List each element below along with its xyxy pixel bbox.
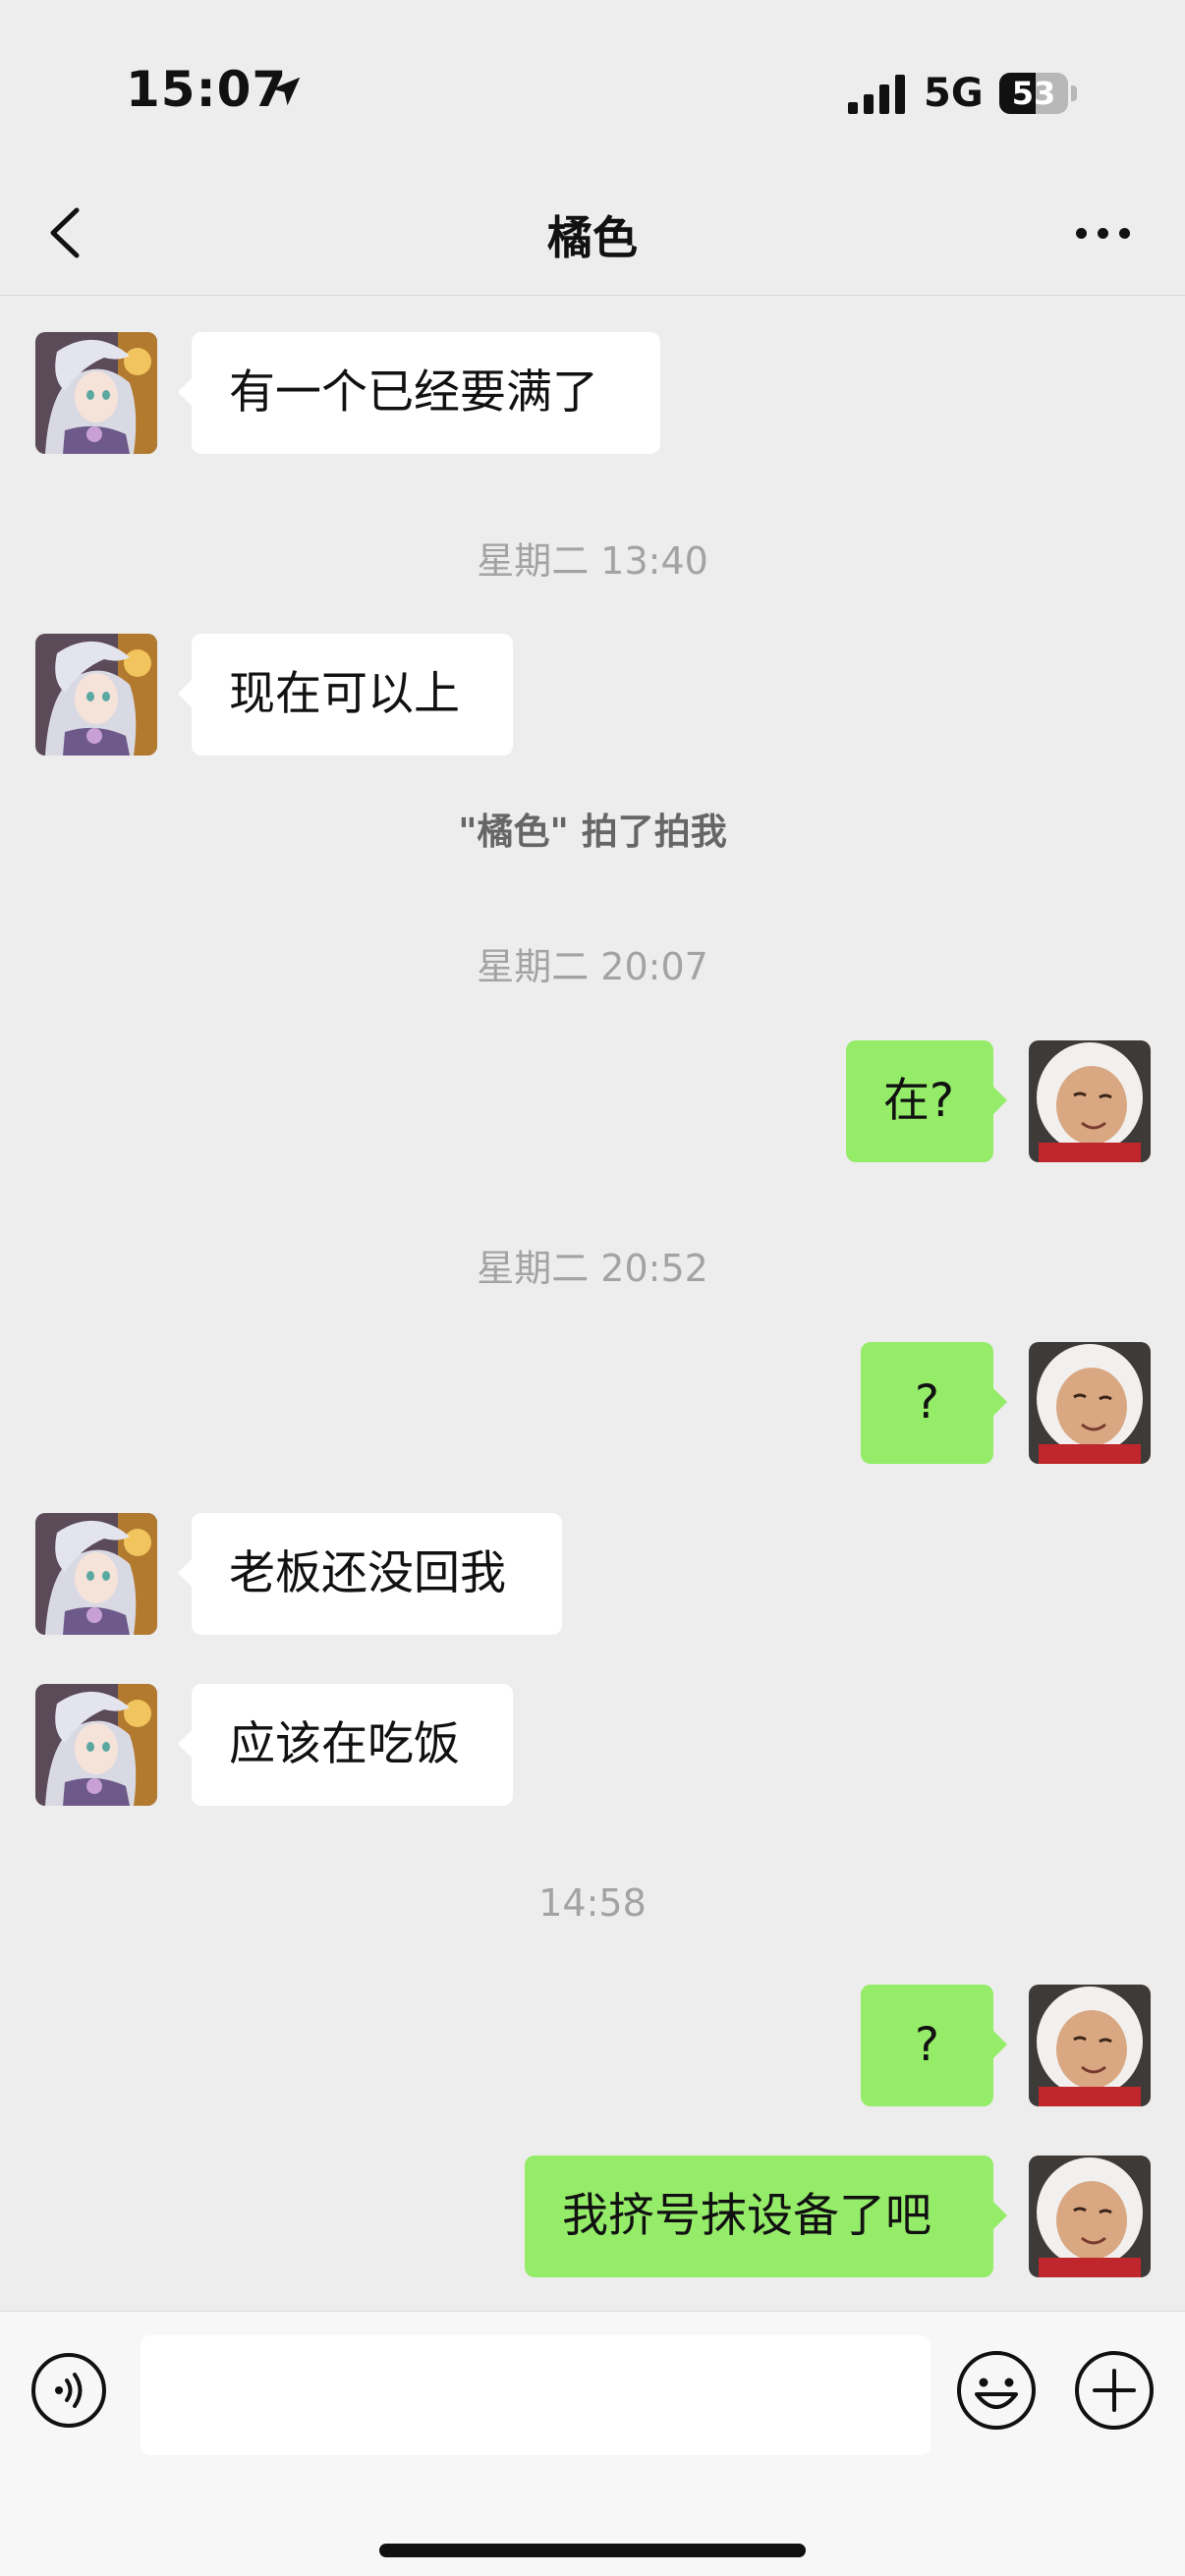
ellipsis-icon [1076,228,1087,239]
home-indicator[interactable] [379,2544,806,2557]
plus-icon [1075,2351,1154,2430]
message-bubble[interactable]: 应该在吃饭 [178,1684,513,1806]
user-avatar[interactable] [1029,1342,1151,1464]
voice-icon [31,2353,106,2428]
chat-screen: 15:07 5G 53 橘色 有一个已经要满了 星期二 13:40 现在可以上 … [0,0,1185,2576]
input-bar [0,2311,1185,2576]
user-avatar[interactable] [1029,2156,1151,2277]
chevron-left-icon [50,207,80,258]
battery-level: 53 [1011,75,1056,112]
user-avatar[interactable] [1029,1985,1151,2106]
timestamp: 星期二 13:40 [477,539,708,583]
location-arrow-icon [271,77,301,106]
battery-icon: 53 [999,73,1068,114]
message-bubble[interactable]: 现在可以上 [178,634,513,756]
network-type: 5G [924,71,984,116]
ellipsis-dot [1098,228,1108,239]
nav-bar: 橘色 [0,177,1185,296]
message-bubble[interactable]: 老板还没回我 [178,1513,562,1635]
status-bar: 15:07 5G 53 [0,0,1185,177]
user-avatar[interactable] [1029,1040,1151,1162]
plus-button[interactable] [1073,2349,1156,2432]
ellipsis-dot [1119,228,1130,239]
pat-notice: "橘色" 拍了拍我 [458,811,727,853]
emoji-icon [957,2351,1036,2430]
message-bubble[interactable]: 有一个已经要满了 [178,332,660,454]
message-input[interactable] [141,2335,931,2455]
contact-avatar[interactable] [35,1684,157,1806]
contact-avatar[interactable] [35,1513,157,1635]
chat-title: 橘色 [547,211,638,264]
voice-button[interactable] [29,2351,108,2430]
emoji-button[interactable] [955,2349,1038,2432]
timestamp: 14:58 [538,1881,647,1925]
cellular-signal-icon [848,75,909,114]
back-button[interactable] [39,198,98,267]
battery-cap [1071,85,1077,101]
message-bubble[interactable]: ? [861,1342,1007,1464]
status-time: 15:07 [126,61,288,118]
timestamp: 星期二 20:52 [477,1247,708,1290]
contact-avatar[interactable] [35,634,157,756]
message-bubble[interactable]: 在? [846,1040,1007,1162]
contact-avatar[interactable] [35,332,157,454]
more-button[interactable] [1066,204,1141,263]
message-bubble[interactable]: ? [861,1985,1007,2106]
timestamp: 星期二 20:07 [477,945,708,988]
message-bubble[interactable]: 我挤号抹设备了吧 [525,2156,1007,2277]
